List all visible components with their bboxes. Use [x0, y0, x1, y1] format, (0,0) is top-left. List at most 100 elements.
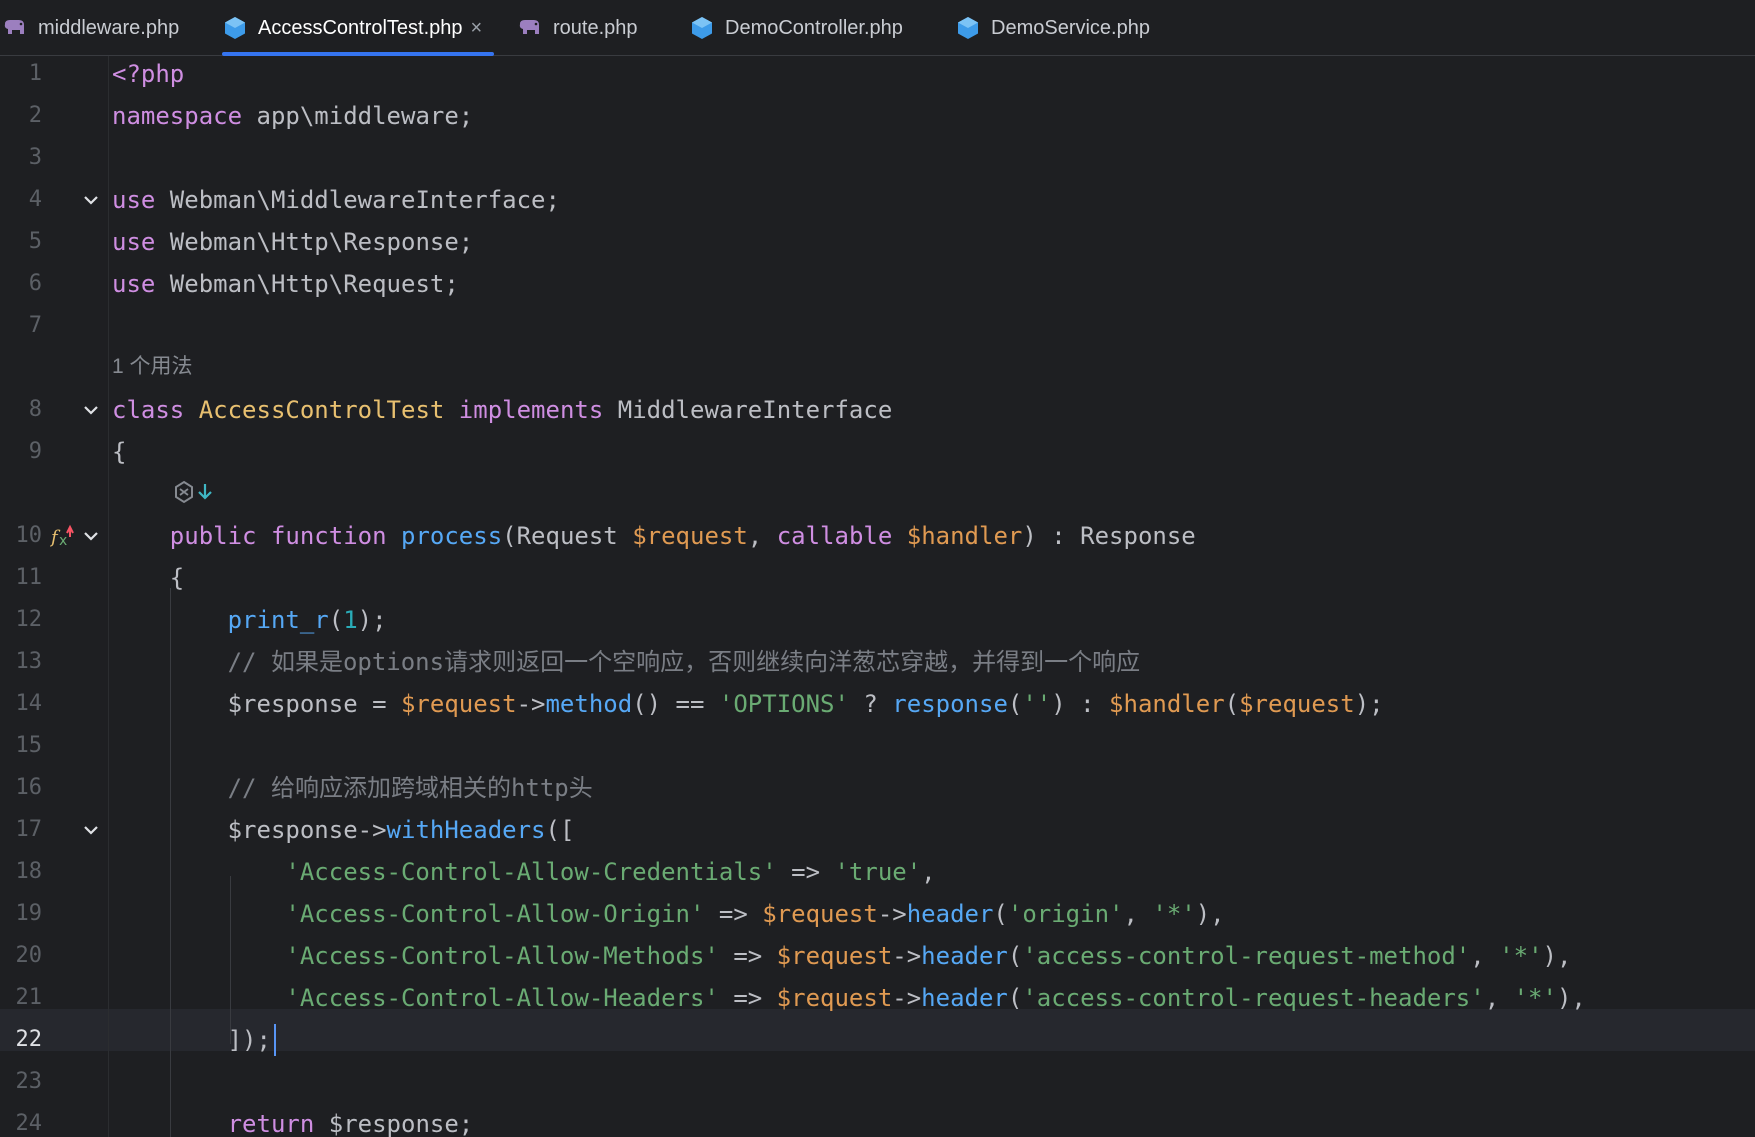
- code-text: {: [112, 557, 184, 599]
- code-editor[interactable]: 1 <?php 2 namespace app\middleware; 3 4 use We…: [0, 56, 1755, 1137]
- line-number[interactable]: 1: [0, 56, 42, 95]
- tab-demo-controller-php[interactable]: DemoController.php: [689, 0, 903, 56]
- code-token: 'Access-Control-Allow-Methods': [285, 942, 719, 970]
- code-token: app\middleware;: [242, 102, 474, 130]
- code-text: // 给响应添加跨域相关的http头: [112, 767, 593, 809]
- code-token: ->: [516, 690, 546, 718]
- code-token: namespace: [112, 102, 243, 130]
- code-token: Webman\Http\Request;: [155, 270, 459, 298]
- line-number[interactable]: 17: [0, 809, 43, 851]
- code-text: use Webman\MiddlewareInterface;: [112, 179, 560, 221]
- code-token: $handler: [906, 522, 1023, 550]
- tab-label: AccessControlTest.php: [258, 16, 463, 39]
- line-number[interactable]: 14: [0, 683, 43, 725]
- code-line: 8 class AccessControlTest implements Midd…: [0, 389, 1755, 431]
- code-token: class: [112, 396, 185, 424]
- line-number[interactable]: 11: [0, 557, 43, 599]
- line-number[interactable]: 19: [0, 893, 43, 935]
- code-token: callable: [776, 522, 893, 550]
- code-token: AccessControlTest: [198, 396, 445, 424]
- code-token: ->: [892, 984, 922, 1012]
- code-token: =>: [704, 900, 763, 928]
- code-token: $request: [762, 900, 878, 928]
- code-token: $response->: [112, 816, 387, 844]
- usages-hint[interactable]: 1 个用法: [112, 348, 193, 386]
- code-token: print_r: [227, 606, 329, 634]
- line-number[interactable]: 8: [0, 389, 42, 431]
- fold-chevron-down-icon[interactable]: [82, 527, 100, 545]
- code-token: $request: [632, 522, 748, 550]
- code-token: ->: [892, 942, 922, 970]
- tab-label: DemoController.php: [725, 16, 903, 39]
- code-line: 6 use Webman\Http\Request;: [0, 263, 1755, 305]
- line-number[interactable]: 4: [0, 179, 42, 221]
- tab-demo-service-php[interactable]: DemoService.php: [955, 0, 1150, 56]
- fold-chevron-down-icon[interactable]: [82, 191, 100, 209]
- php-elephant-icon: [517, 15, 543, 41]
- implementation-gutter-icon[interactable]: fx: [50, 523, 74, 549]
- code-text: $response->withHeaders([: [112, 809, 575, 851]
- code-token: 1: [343, 606, 358, 634]
- code-token: use: [112, 228, 156, 256]
- line-number[interactable]: 20: [0, 935, 43, 977]
- code-token: function: [270, 522, 387, 550]
- line-number[interactable]: 6: [0, 263, 42, 305]
- fold-chevron-down-icon[interactable]: [82, 401, 100, 419]
- code-token: use: [112, 186, 156, 214]
- fold-chevron-down-icon[interactable]: [82, 821, 100, 839]
- code-line: 4 use Webman\MiddlewareInterface;: [0, 179, 1755, 221]
- line-number[interactable]: 22: [0, 1019, 43, 1061]
- code-text: namespace app\middleware;: [112, 95, 473, 137]
- line-number[interactable]: 7: [0, 305, 42, 347]
- code-text: <?php: [112, 56, 184, 95]
- code-token: 'origin': [1007, 900, 1124, 928]
- line-number[interactable]: 10: [0, 515, 43, 557]
- php-class-icon: [955, 15, 981, 41]
- code-token: 'OPTIONS': [718, 690, 849, 718]
- code-token: {: [112, 438, 127, 466]
- tab-access-control-test-php[interactable]: AccessControlTest.php ×: [222, 0, 495, 56]
- code-line: 7: [0, 305, 1755, 347]
- line-number[interactable]: 13: [0, 641, 43, 683]
- code-token: $response;: [314, 1110, 474, 1137]
- code-token: );: [357, 606, 387, 634]
- text-caret: [274, 1024, 276, 1056]
- tab-route-php[interactable]: route.php: [517, 0, 638, 56]
- line-number[interactable]: 15: [0, 725, 43, 767]
- tab-middleware-php[interactable]: middleware.php: [2, 0, 179, 56]
- line-number[interactable]: 18: [0, 851, 43, 893]
- line-number[interactable]: 5: [0, 221, 42, 263]
- code-text: {: [112, 431, 126, 473]
- code-token: $request: [776, 942, 893, 970]
- code-token: $request: [776, 984, 893, 1012]
- code-token: public: [169, 522, 257, 550]
- code-token: (: [1007, 942, 1023, 970]
- ai-assistant-inlay-icon[interactable]: [172, 480, 216, 506]
- line-number[interactable]: 24: [0, 1103, 43, 1137]
- code-token: 'Access-Control-Allow-Origin': [285, 900, 705, 928]
- code-token: ),: [1195, 900, 1225, 928]
- line-number[interactable]: 16: [0, 767, 43, 809]
- line-number[interactable]: 9: [0, 431, 42, 473]
- line-number[interactable]: 3: [0, 137, 42, 179]
- code-token: return: [227, 1110, 315, 1137]
- line-number[interactable]: 12: [0, 599, 43, 641]
- code-token: ]);: [112, 1026, 271, 1054]
- code-token: header: [921, 984, 1008, 1012]
- line-number[interactable]: 2: [0, 95, 42, 137]
- close-tab-icon[interactable]: ×: [471, 17, 483, 40]
- code-token: // 如果是options请求则返回一个空响应，否则继续向洋葱芯穿越，并得到一个…: [112, 648, 1141, 676]
- line-number[interactable]: 23: [0, 1061, 43, 1103]
- code-text: use Webman\Http\Response;: [112, 221, 473, 263]
- line-number[interactable]: 21: [0, 977, 43, 1019]
- code-token: ,: [1470, 942, 1500, 970]
- code-token: response: [892, 690, 1008, 718]
- code-token: ) : Response: [1022, 522, 1196, 550]
- inlay-icons-row: [0, 474, 1755, 512]
- code-line: 15: [0, 725, 1755, 767]
- code-text: 'Access-Control-Allow-Headers' => $reque…: [112, 977, 1585, 1019]
